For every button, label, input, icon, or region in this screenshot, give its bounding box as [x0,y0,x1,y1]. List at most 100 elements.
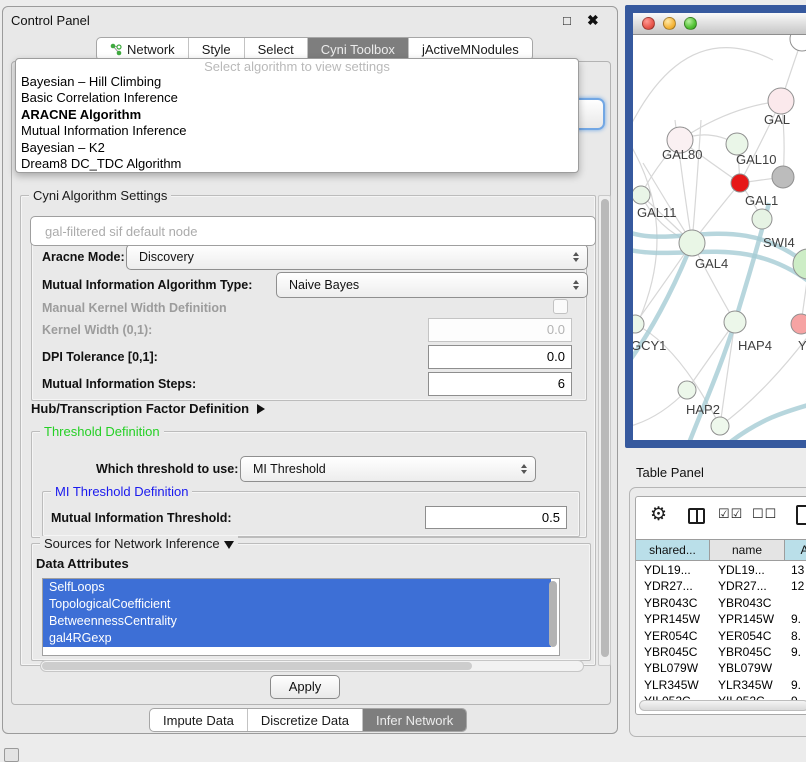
network-node[interactable] [772,166,794,188]
stepper-icon [573,252,579,262]
kernel-width-field[interactable]: 0.0 [428,318,572,342]
algorithm-option[interactable]: Dream8 DC_TDC Algorithm [16,156,578,172]
table-cell: 8. [785,628,806,644]
data-attributes-list[interactable]: SelfLoops TopologicalCoefficient Between… [42,578,560,656]
hub-definition-expander[interactable]: Hub/Transcription Factor Definition [31,401,265,416]
columns-icon[interactable] [688,508,705,524]
apply-button[interactable]: Apply [270,675,340,699]
list-vertical-scrollbar[interactable] [549,581,557,647]
network-node[interactable] [633,315,644,333]
table-header: shared... name A [636,539,806,561]
collapse-arrow-icon [224,541,234,549]
list-item[interactable]: gal4RGexp [43,630,551,647]
expand-arrow-icon [257,404,265,414]
network-canvas[interactable]: GALGAL80GAL10GAL1GAL11SWI4GAL4GCY1HAP4YH… [633,35,806,440]
algorithm-option[interactable]: Mutual Information Inference [16,123,578,139]
list-item[interactable]: TopologicalCoefficient [43,596,551,613]
close-icon[interactable]: ✖ [587,12,599,29]
column-header-shared-name[interactable]: shared... [636,540,710,560]
control-panel-title: Control Panel [11,13,90,28]
network-node[interactable] [752,209,772,229]
table-row[interactable]: YBR043CYBR043C [636,595,806,611]
minimized-panel-icon[interactable] [4,748,19,762]
table-cell: YBR043C [636,595,710,611]
table-row[interactable]: YDL19...YDL19...13 [636,562,806,578]
network-node[interactable] [791,314,806,334]
node-label: GAL4 [695,256,728,271]
network-edge[interactable] [687,322,735,390]
network-node[interactable] [790,35,806,51]
tab-label: Discretize Data [261,713,349,728]
tab-style[interactable]: Style [188,38,244,60]
list-item[interactable]: SelfLoops [43,579,551,596]
tab-jactivemnodules[interactable]: jActiveMNodules [408,38,532,60]
tab-infer-network[interactable]: Infer Network [362,709,466,731]
tab-discretize-data[interactable]: Discretize Data [247,709,362,731]
tab-network[interactable]: Network [97,38,188,60]
table-cell: YBR043C [710,595,785,611]
table-row[interactable]: YDR27...YDR27...12 [636,578,806,594]
network-edge[interactable] [633,390,687,427]
tab-label: Infer Network [376,713,453,728]
select-all-checkboxes-icon[interactable]: ☑☑ [718,506,743,522]
network-window-titlebar[interactable] [633,13,806,35]
which-threshold-select[interactable]: MI Threshold [240,456,536,482]
mi-threshold-field[interactable]: 0.5 [425,506,567,529]
table-row[interactable]: YLR345WYLR345W9. [636,677,806,693]
table-row[interactable]: YER054CYER054C8. [636,628,806,644]
table-cell: 9. [785,611,806,627]
dpi-tolerance-field[interactable]: 0.0 [428,345,572,369]
mi-steps-label: Mutual Information Steps: [42,377,196,391]
table-row[interactable]: YBR045CYBR045C9. [636,644,806,660]
table-row[interactable]: YBL079WYBL079W [636,660,806,676]
network-node[interactable] [711,417,729,435]
minimize-traffic-light-icon[interactable] [663,17,676,30]
network-edge[interactable] [729,403,806,440]
table-cell: 9. [785,677,806,693]
column-header-partial[interactable]: A [785,540,806,560]
mi-type-select[interactable]: Naive Bayes [276,272,588,298]
network-node[interactable] [724,311,746,333]
column-header-name[interactable]: name [710,540,785,560]
settings-vertical-scrollbar[interactable] [598,195,611,666]
manual-kernel-label: Manual Kernel Width Definition [42,301,227,315]
network-node[interactable] [633,186,650,204]
algorithm-combobox[interactable]: gal-filtered sif default node [30,216,596,246]
node-label: GAL11 [637,205,677,220]
algorithm-combobox-value: gal-filtered sif default node [45,224,197,239]
aracne-mode-select[interactable]: Discovery [126,244,588,270]
table-cell: YLR345W [710,677,785,693]
tab-cyni-toolbox[interactable]: Cyni Toolbox [307,38,408,60]
zoom-traffic-light-icon[interactable] [684,17,697,30]
float-window-icon[interactable]: □ [563,13,571,28]
table-cell: YDR27... [710,578,785,594]
table-cell: 9. [785,644,806,660]
manual-kernel-checkbox[interactable] [553,299,568,314]
table-horizontal-scrollbar[interactable] [639,700,806,711]
tab-select[interactable]: Select [244,38,307,60]
table-toolbar: ⚙ ☑☑ ☐☐ [636,501,806,535]
stepper-icon [521,464,527,474]
list-horizontal-scrollbar[interactable] [40,660,584,672]
mi-steps-field[interactable]: 6 [428,372,572,396]
hub-definition-label: Hub/Transcription Factor Definition [31,401,249,416]
algorithm-option-highlighted[interactable]: ARACNE Algorithm [16,107,578,123]
close-traffic-light-icon[interactable] [642,17,655,30]
table-row[interactable]: YPR145WYPR145W9. [636,611,806,627]
network-node[interactable] [768,88,794,114]
algorithm-option[interactable]: Basic Correlation Inference [16,90,578,106]
network-node[interactable] [731,174,749,192]
network-node[interactable] [679,230,705,256]
gear-icon[interactable]: ⚙ [650,503,667,526]
node-label: Y [798,338,806,353]
tab-impute-data[interactable]: Impute Data [150,709,247,731]
algorithm-option[interactable]: Bayesian – K2 [16,140,578,156]
deselect-all-checkboxes-icon[interactable]: ☐☐ [752,506,777,522]
table-panel-inner: ⚙ ☑☑ ☐☐ shared... name A YDL19...YDL19..… [635,496,806,715]
algorithm-option[interactable]: Bayesian – Hill Climbing [16,74,578,90]
node-label: HAP4 [738,338,772,353]
network-node[interactable] [678,381,696,399]
list-item[interactable]: BetweennessCentrality [43,613,551,630]
document-icon[interactable] [796,505,806,525]
sources-title[interactable]: Sources for Network Inference [40,536,238,551]
